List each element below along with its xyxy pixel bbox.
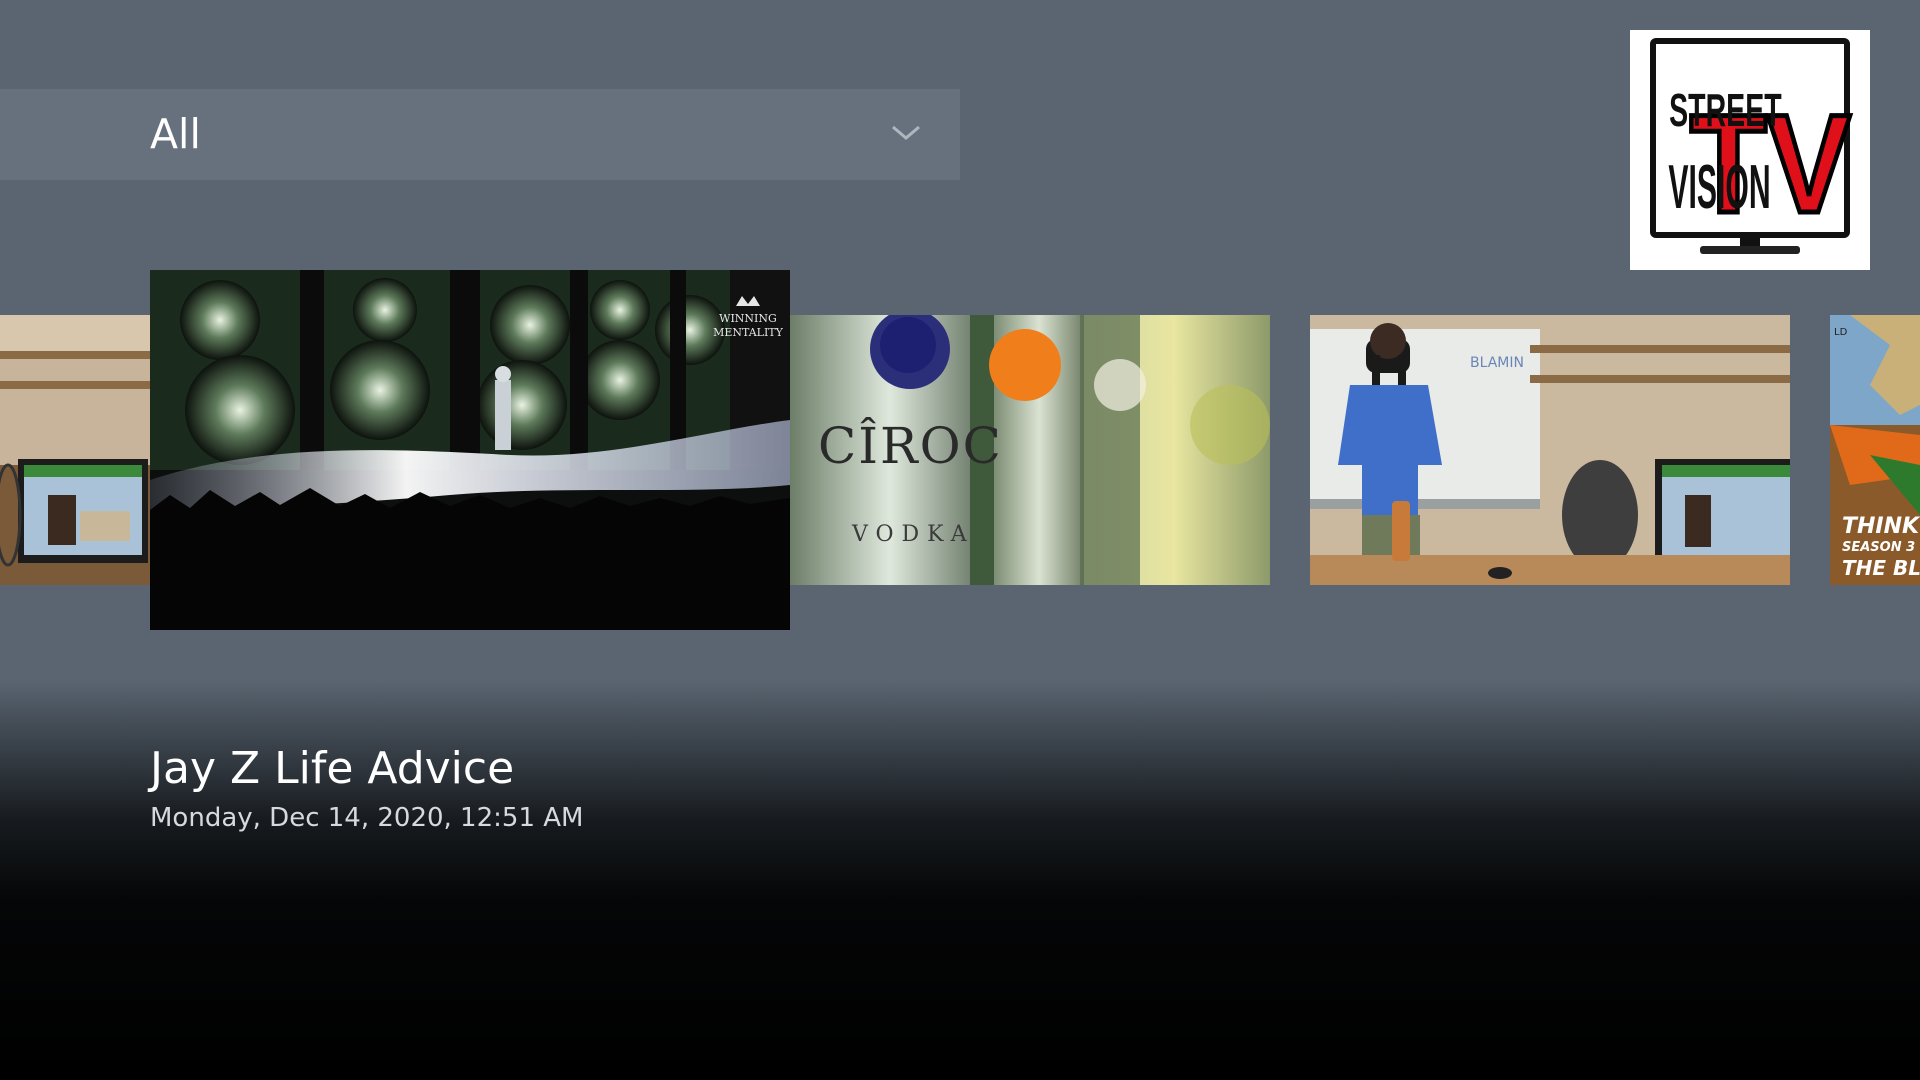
ciroc-vodka-text: VODKA xyxy=(851,522,975,547)
video-thumbnail-jay-z-life-advice[interactable]: WINNING MENTALITY xyxy=(150,270,790,630)
think-chaos-line3: THE BLACK xyxy=(1842,556,1920,580)
video-thumbnail-lecture[interactable]: BLAMIN xyxy=(1310,315,1790,585)
video-carousel: WINNING MENTALITY CÎROC VODKA BLAMIN LD … xyxy=(0,0,1920,660)
video-thumbnail-ciroc[interactable]: CÎROC VODKA xyxy=(790,315,1270,585)
think-chaos-line1: THINK CHA xyxy=(1842,514,1920,539)
video-thumbnail-think-chaos[interactable]: LD THINK CHA SEASON 3 EPIS THE BLACK xyxy=(1830,315,1920,585)
think-chaos-line2: SEASON 3 EPIS xyxy=(1842,540,1920,555)
video-date: Monday, Dec 14, 2020, 12:51 AM xyxy=(150,803,584,833)
watermark-line2: MENTALITY xyxy=(713,326,784,339)
video-thumbnail-classroom[interactable] xyxy=(0,315,150,585)
video-title: Jay Z Life Advice xyxy=(150,743,515,794)
ciroc-brand-text: CÎROC xyxy=(818,416,1003,475)
whiteboard-text: BLAMIN xyxy=(1470,355,1524,371)
svg-text:LD: LD xyxy=(1834,327,1848,338)
watermark-line1: WINNING xyxy=(719,312,777,325)
